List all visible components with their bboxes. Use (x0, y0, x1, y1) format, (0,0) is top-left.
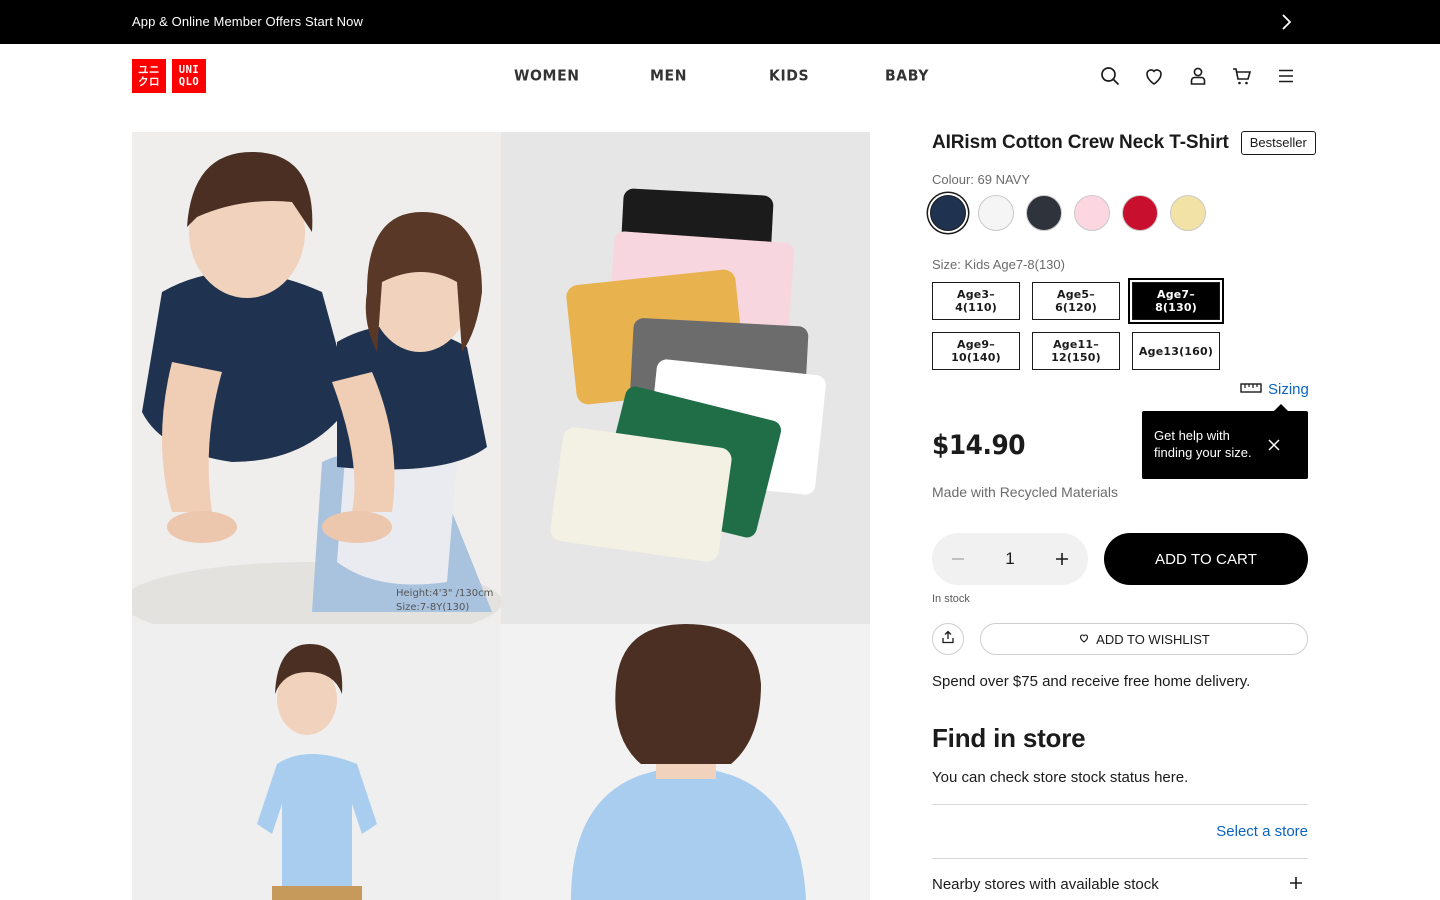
cart-icon[interactable] (1230, 64, 1254, 88)
nav-item-men[interactable]: MEN (650, 67, 687, 84)
heart-icon[interactable] (1142, 64, 1166, 88)
size-option[interactable]: Age13(160) (1132, 332, 1220, 370)
minus-icon[interactable] (946, 547, 970, 571)
main-nav: WOMEN MEN KIDS BABY (0, 67, 1440, 88)
divider (932, 858, 1308, 859)
close-icon[interactable] (1264, 435, 1284, 455)
size-option-selected[interactable]: Age7–8(130) (1128, 278, 1224, 324)
colour-swatch-white[interactable] (978, 195, 1014, 231)
wishlist-label: ADD TO WISHLIST (1096, 631, 1210, 647)
quantity-value[interactable]: 1 (990, 549, 1030, 569)
menu-icon[interactable] (1274, 64, 1298, 88)
size-option[interactable]: Age3–4(110) (932, 282, 1020, 320)
product-gallery: Height:4'3" /130cm Size:7-8Y(130) (132, 132, 870, 900)
tooltip-text: Get help with finding your size. (1154, 428, 1252, 460)
site-header: ユニ クロ UNI QLO WOMEN MEN KIDS BABY (0, 44, 1440, 108)
colour-label: Colour: 69 NAVY (932, 172, 1031, 187)
size-help-tooltip: Get help with finding your size. (1142, 404, 1308, 479)
account-icon[interactable] (1186, 64, 1210, 88)
heart-icon (1078, 632, 1090, 647)
find-in-store-heading: Find in store (932, 723, 1086, 753)
colour-swatch-yellow[interactable] (1170, 195, 1206, 231)
nav-item-women[interactable]: WOMEN (514, 67, 580, 84)
size-option[interactable]: Age9–10(140) (932, 332, 1020, 370)
share-button[interactable] (932, 623, 964, 655)
quantity-stepper: 1 (932, 533, 1088, 585)
announcement-bar: App & Online Member Offers Start Now (0, 0, 1440, 44)
photo-caption-height: Height:4'3" /130cm (396, 588, 494, 599)
divider (932, 804, 1308, 805)
sizing-link[interactable]: Sizing (1240, 381, 1309, 398)
photo-caption: Height:4'3" /130cm Size:7-8Y(130) (396, 587, 493, 615)
delivery-note: Spend over $75 and receive free home del… (932, 673, 1251, 690)
sizing-link-label: Sizing (1268, 381, 1309, 398)
add-to-wishlist-button[interactable]: ADD TO WISHLIST (980, 623, 1308, 655)
nav-item-kids[interactable]: KIDS (769, 67, 809, 84)
nav-item-baby[interactable]: BABY (885, 67, 929, 84)
product-photo-boy-back[interactable] (501, 624, 870, 900)
add-to-cart-button[interactable]: ADD TO CART (1104, 533, 1308, 585)
materials-note: Made with Recycled Materials (932, 484, 1118, 500)
announcement-text[interactable]: App & Online Member Offers Start Now (132, 14, 363, 29)
plus-icon[interactable] (1050, 547, 1074, 571)
share-icon (941, 630, 955, 649)
product-title: AIRism Cotton Crew Neck T-Shirt (932, 132, 1229, 153)
product-photo-folded-shirts[interactable] (501, 132, 870, 624)
product-price: $14.90 (932, 430, 1026, 461)
plus-icon[interactable] (1286, 873, 1306, 893)
chevron-right-icon[interactable] (1274, 10, 1298, 34)
stock-status: In stock (932, 593, 970, 605)
product-photo-kids-pair[interactable]: Height:4'3" /130cm Size:7-8Y(130) (132, 132, 501, 624)
find-in-store-subtitle: You can check store stock status here. (932, 769, 1189, 786)
ruler-icon (1240, 381, 1262, 398)
bestseller-badge: Bestseller (1240, 131, 1316, 155)
colour-swatch-red[interactable] (1122, 195, 1158, 231)
colour-swatch-dark-grey[interactable] (1026, 195, 1062, 231)
select-store-link[interactable]: Select a store (1216, 823, 1308, 840)
colour-swatch-navy[interactable] (930, 195, 966, 231)
colour-swatches (930, 195, 1206, 231)
search-icon[interactable] (1098, 64, 1122, 88)
product-title-row: AIRism Cotton Crew Neck T-Shirt Bestsell… (932, 131, 1316, 155)
size-option[interactable]: Age11–12(150) (1032, 332, 1120, 370)
colour-swatch-pink[interactable] (1074, 195, 1110, 231)
photo-caption-size: Size:7-8Y(130) (396, 602, 470, 613)
size-option[interactable]: Age5–6(120) (1032, 282, 1120, 320)
product-photo-boy-front[interactable] (132, 624, 501, 900)
size-label: Size: Kids Age7-8(130) (932, 257, 1065, 272)
nearby-stores-label[interactable]: Nearby stores with available stock (932, 876, 1159, 893)
